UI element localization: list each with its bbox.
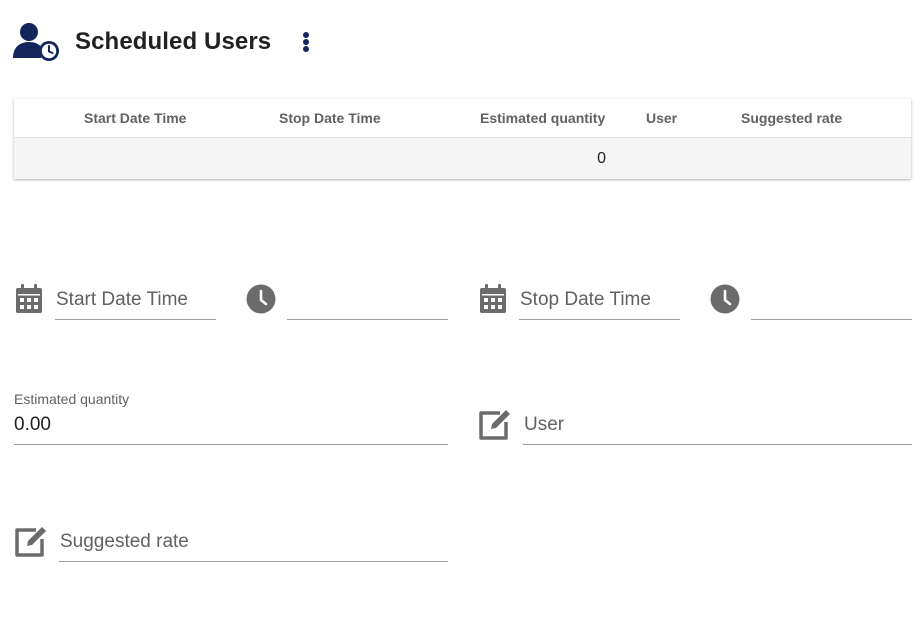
cell-estimated-quantity: 0 xyxy=(597,150,606,167)
user-field[interactable]: User xyxy=(523,402,912,445)
column-header-user[interactable]: User xyxy=(646,99,677,138)
column-header-estimated-quantity[interactable]: Estimated quantity xyxy=(480,99,605,138)
user-placeholder: User xyxy=(524,414,565,435)
column-header-stop[interactable]: Stop Date Time xyxy=(279,99,381,138)
start-date-field[interactable]: Start Date Time xyxy=(55,277,216,320)
stop-date-field[interactable]: Stop Date Time xyxy=(519,277,680,320)
page-header: Scheduled Users xyxy=(12,20,311,64)
edit-icon[interactable] xyxy=(478,408,512,440)
clock-icon[interactable] xyxy=(246,284,276,314)
edit-icon[interactable] xyxy=(14,525,48,557)
clock-icon[interactable] xyxy=(710,284,740,314)
table-header: Start Date Time Stop Date Time Estimated… xyxy=(14,99,911,138)
estimated-quantity-value: 0.00 xyxy=(14,414,51,435)
suggested-rate-placeholder: Suggested rate xyxy=(60,531,189,552)
start-time-field[interactable] xyxy=(287,277,448,320)
suggested-rate-field[interactable]: Suggested rate xyxy=(59,519,448,562)
column-header-start[interactable]: Start Date Time xyxy=(84,99,186,138)
estimated-quantity-field[interactable]: Estimated quantity 0.00 xyxy=(14,391,448,445)
stop-date-placeholder: Stop Date Time xyxy=(520,289,651,310)
scheduled-users-table: Start Date Time Stop Date Time Estimated… xyxy=(14,99,911,179)
page-title: Scheduled Users xyxy=(75,28,272,55)
more-vert-icon[interactable] xyxy=(301,30,311,54)
table-row[interactable]: 0 xyxy=(14,138,911,179)
estimated-quantity-label: Estimated quantity xyxy=(14,391,130,407)
calendar-icon[interactable] xyxy=(479,284,507,314)
start-date-placeholder: Start Date Time xyxy=(56,289,188,310)
user-clock-icon xyxy=(13,23,59,61)
calendar-icon[interactable] xyxy=(15,284,43,314)
stop-time-field[interactable] xyxy=(751,277,912,320)
column-header-suggested-rate[interactable]: Suggested rate xyxy=(741,99,842,138)
